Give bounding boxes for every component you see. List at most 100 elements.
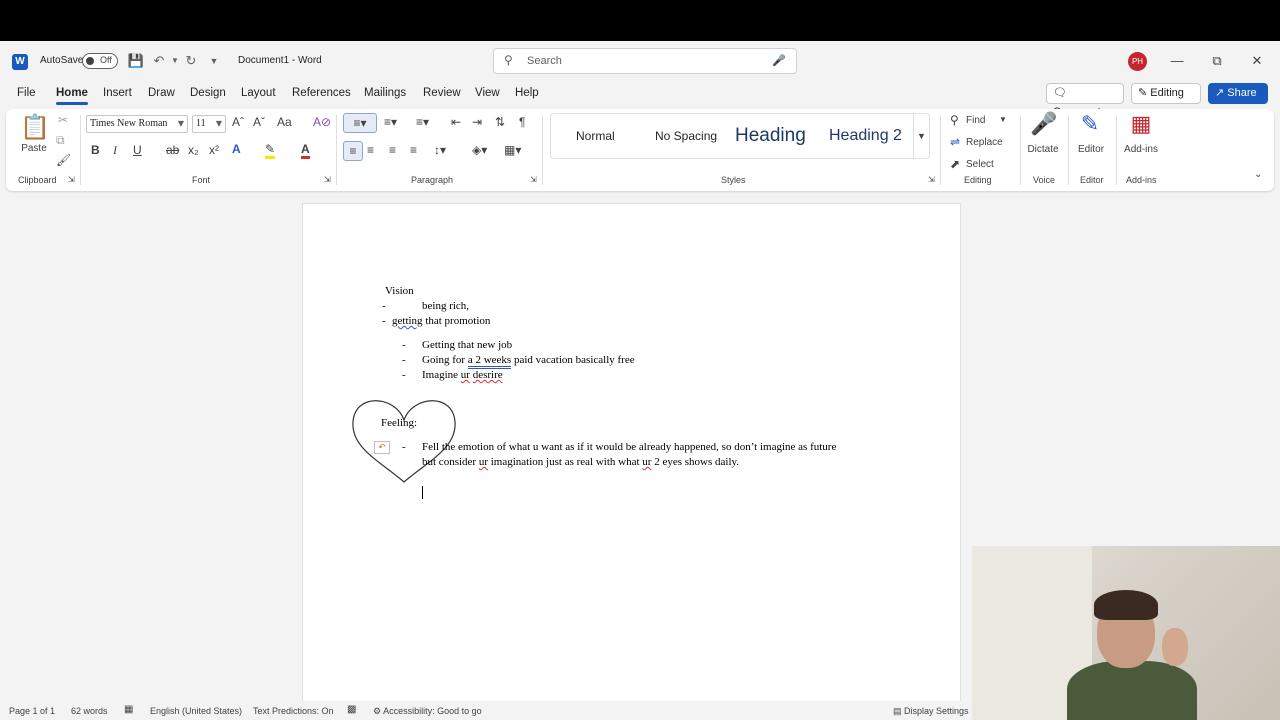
spelling-flag[interactable]: ur (479, 456, 488, 468)
chevron-down-icon: ▼ (215, 119, 222, 128)
clear-formatting-icon[interactable]: A⊘ (313, 115, 331, 129)
find-icon[interactable]: ⚲ (950, 113, 959, 127)
dictate-button[interactable]: Dictate (1024, 144, 1062, 155)
grow-font-icon[interactable]: Aˆ (232, 115, 244, 129)
numbering-icon[interactable]: ≡▾ (384, 115, 397, 129)
find-button[interactable]: Find (966, 115, 985, 126)
grammar-flag[interactable]: getting (392, 315, 423, 327)
tab-view[interactable]: View (475, 87, 500, 99)
show-formatting-icon[interactable]: ¶ (519, 115, 525, 129)
italic-icon[interactable]: I (113, 143, 117, 158)
autosave-toggle[interactable]: Off (82, 53, 118, 69)
decrease-indent-icon[interactable]: ⇤ (451, 115, 461, 129)
editing-mode-button[interactable]: ✎ Editing ▼ (1131, 83, 1201, 117)
style-normal[interactable]: Normal (576, 114, 615, 158)
dialog-launcher-icon[interactable]: ⇲ (68, 175, 75, 184)
dialog-launcher-icon[interactable]: ⇲ (530, 175, 537, 184)
document-page[interactable]: Vision - being rich, - getting that prom… (302, 203, 961, 720)
add-ins-button[interactable]: Add-ins (1120, 144, 1162, 155)
display-settings[interactable]: ▤ Display Settings (893, 706, 969, 717)
word-count[interactable]: 62 words (71, 706, 108, 716)
tab-design[interactable]: Design (190, 87, 226, 99)
bold-icon[interactable]: B (91, 143, 100, 157)
share-button[interactable]: ↗ Share ▼ (1208, 83, 1268, 117)
comments-button[interactable]: 🗨 Comments (1046, 83, 1124, 118)
user-avatar[interactable]: PH (1128, 52, 1147, 71)
editor-pen-icon[interactable]: ✎ (1078, 111, 1102, 137)
style-heading-1[interactable]: Heading (735, 114, 806, 158)
copy-icon[interactable]: ⧉ (56, 133, 65, 148)
select-icon[interactable]: ⬈ (950, 157, 960, 171)
tab-draw[interactable]: Draw (148, 87, 175, 99)
dialog-launcher-icon[interactable]: ⇲ (324, 175, 331, 184)
spelling-flag[interactable]: ur (461, 369, 470, 381)
dialog-launcher-icon[interactable]: ⇲ (928, 175, 935, 184)
highlight-icon[interactable]: ✎ (265, 142, 276, 159)
font-family-select[interactable]: Times New Roman ▼ (86, 115, 188, 133)
tab-file[interactable]: File (17, 87, 36, 99)
proofing-icon[interactable]: ▦ (124, 704, 133, 715)
paste-label[interactable]: Paste (20, 143, 48, 154)
align-center-icon[interactable]: ≡ (367, 143, 374, 157)
editor-button[interactable]: Editor (1072, 144, 1110, 155)
sort-icon[interactable]: ⇅ (495, 115, 505, 129)
spelling-flag[interactable]: desrire (473, 369, 503, 381)
justify-icon[interactable]: ≡ (410, 143, 417, 157)
tab-home[interactable]: Home (56, 87, 88, 105)
strikethrough-icon[interactable]: ab (166, 143, 179, 157)
page-count[interactable]: Page 1 of 1 (9, 706, 55, 716)
microphone-icon[interactable]: 🎤 (1030, 111, 1057, 137)
tab-insert[interactable]: Insert (103, 87, 132, 99)
heart-shape[interactable] (351, 390, 457, 484)
underline-icon[interactable]: U (133, 143, 142, 157)
replace-button[interactable]: Replace (966, 137, 1003, 148)
subscript-icon[interactable]: x₂ (188, 143, 199, 157)
style-heading-2[interactable]: Heading 2 (829, 114, 902, 158)
tab-help[interactable]: Help (515, 87, 539, 99)
customize-toolbar-icon[interactable]: ▼ (205, 52, 223, 70)
align-left-icon[interactable]: ≡ (343, 141, 363, 161)
superscript-icon[interactable]: x² (209, 143, 219, 157)
layout-options-icon[interactable]: ↶ (374, 441, 390, 454)
style-no-spacing[interactable]: No Spacing (655, 114, 717, 158)
bullet-dash: - (402, 354, 406, 366)
accessibility-status[interactable]: ⚙ Accessibility: Good to go (373, 706, 482, 717)
increase-indent-icon[interactable]: ⇥ (472, 115, 482, 129)
minimize-icon[interactable]: — (1167, 51, 1187, 71)
borders-icon[interactable]: ▦▾ (504, 143, 521, 157)
cut-icon[interactable]: ✂ (58, 113, 68, 127)
shrink-font-icon[interactable]: Aˇ (253, 115, 265, 129)
editor-group-label: Editor (1080, 175, 1104, 185)
font-size-select[interactable]: 11 ▼ (192, 115, 226, 133)
redo-icon[interactable]: ↻ (182, 52, 200, 70)
grammar-flag[interactable]: a 2 weeks (467, 354, 512, 369)
format-painter-icon[interactable]: 🖌 (56, 153, 71, 167)
focus-icon[interactable]: ▩ (347, 704, 356, 715)
close-icon[interactable]: ✕ (1247, 51, 1267, 71)
styles-more-icon[interactable]: ▼ (913, 114, 929, 158)
font-color-icon[interactable]: A (301, 142, 310, 159)
select-button[interactable]: Select (966, 159, 994, 170)
chevron-down-icon[interactable]: ▼ (999, 115, 1007, 124)
tab-references[interactable]: References (292, 87, 351, 99)
restore-icon[interactable]: ⧉ (1207, 51, 1227, 71)
paste-icon[interactable]: 📋 (20, 113, 50, 145)
replace-icon[interactable]: ⇌ (950, 135, 960, 149)
language[interactable]: English (United States) (150, 706, 242, 716)
align-right-icon[interactable]: ≡ (389, 143, 396, 157)
line-spacing-icon[interactable]: ↕▾ (434, 143, 446, 157)
tab-layout[interactable]: Layout (241, 87, 276, 99)
text-effects-icon[interactable]: A (232, 142, 241, 156)
add-ins-grid-icon[interactable]: ▦ (1128, 111, 1154, 137)
bullets-icon[interactable]: ≡▾ (343, 113, 377, 133)
change-case-icon[interactable]: Aa (277, 115, 292, 129)
tab-mailings[interactable]: Mailings (364, 87, 406, 99)
multilevel-list-icon[interactable]: ≡▾ (416, 115, 429, 129)
tab-review[interactable]: Review (423, 87, 461, 99)
text-predictions[interactable]: Text Predictions: On (253, 706, 334, 716)
microphone-icon[interactable]: 🎤 (772, 54, 786, 67)
shading-icon[interactable]: ◈▾ (472, 143, 487, 157)
collapse-ribbon-icon[interactable]: ⌄ (1254, 169, 1262, 180)
search-box[interactable]: ⚲ Search 🎤 (493, 48, 797, 74)
save-icon[interactable]: 💾 (127, 52, 145, 70)
